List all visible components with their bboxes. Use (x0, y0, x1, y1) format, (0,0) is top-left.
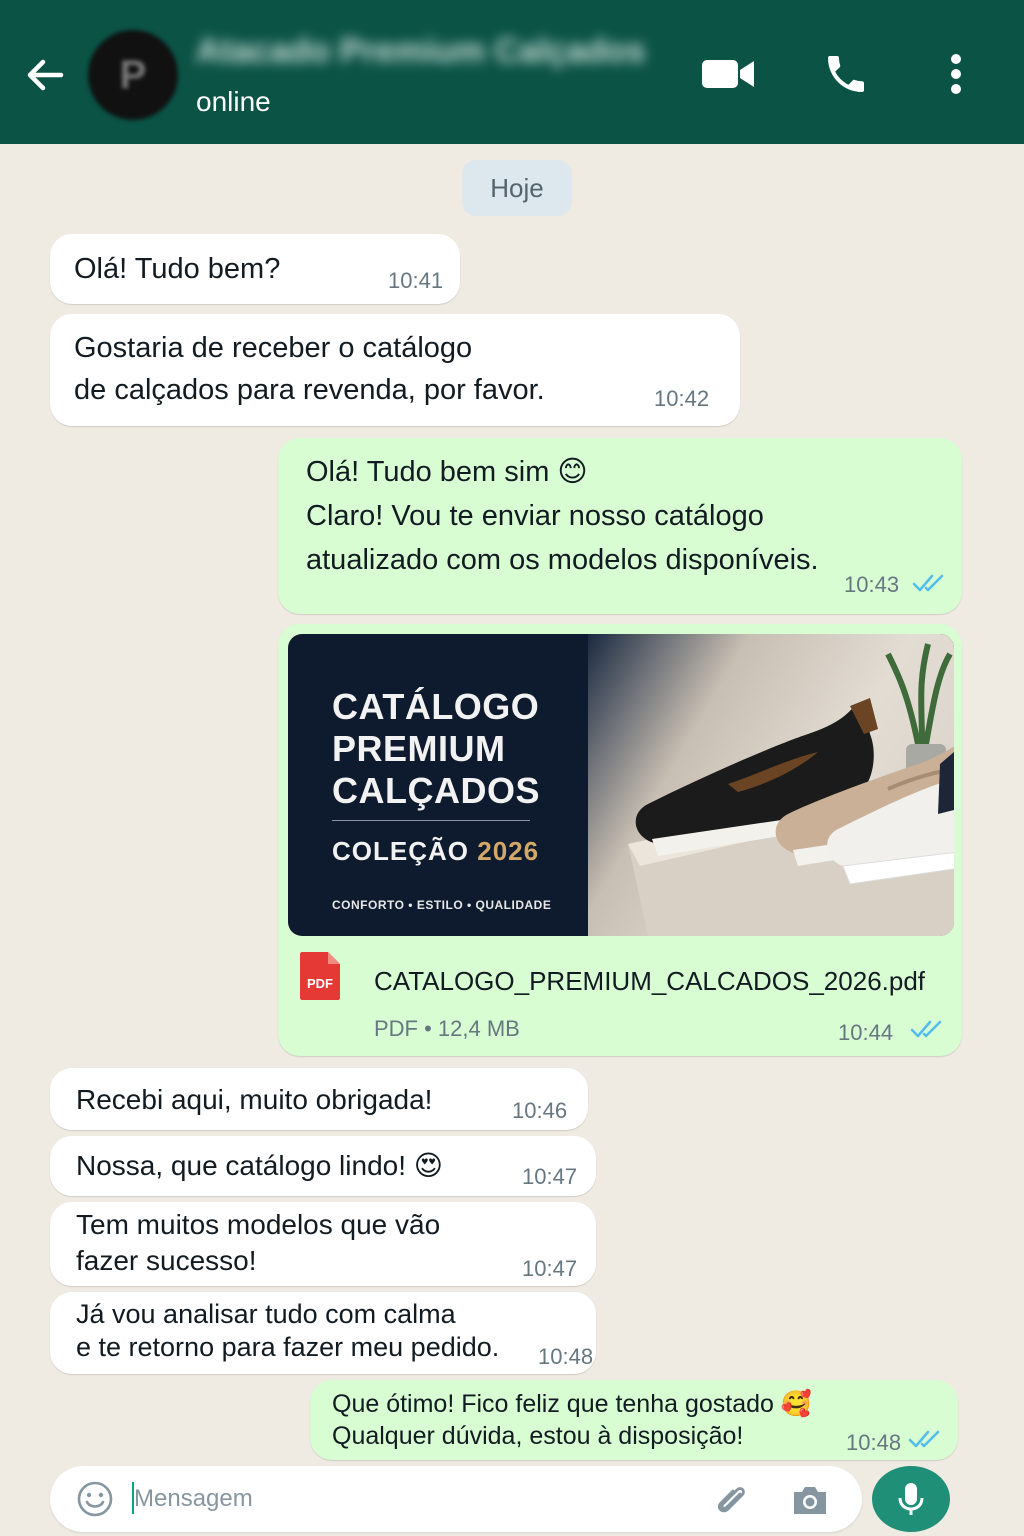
incoming-message[interactable]: Gostaria de receber o catálogo de calçad… (50, 314, 740, 426)
title-divider (332, 820, 530, 821)
incoming-message[interactable]: Já vou analisar tudo com calma e te reto… (50, 1292, 596, 1374)
message-time: 10:42 (654, 386, 710, 411)
shoes-photo (588, 634, 954, 936)
pdf-file-icon[interactable]: PDF (298, 950, 342, 1002)
incoming-message[interactable]: Recebi aqui, muito obrigada! 10:46 (50, 1068, 588, 1130)
catalog-cover-image[interactable]: CATÁLOGO PREMIUM CALÇADOS COLEÇÃO 2026 C… (288, 634, 954, 936)
file-meta: PDF • 12,4 MB (374, 1016, 520, 1041)
collection-label: COLEÇÃO (332, 836, 469, 866)
message-text: Olá! Tudo bem? (74, 253, 281, 285)
more-options-icon[interactable] (926, 46, 986, 102)
message-time: 10:48 (538, 1344, 594, 1369)
message-time: 10:48 (846, 1430, 902, 1455)
microphone-icon[interactable] (872, 1466, 950, 1532)
read-receipt-icon (912, 574, 944, 592)
incoming-message[interactable]: Olá! Tudo bem? 10:41 (50, 234, 460, 304)
message-input[interactable] (134, 1478, 694, 1520)
message-text: Recebi aqui, muito obrigada! (76, 1084, 433, 1115)
catalog-collection: COLEÇÃO 2026 (332, 830, 539, 872)
contact-avatar[interactable]: P (88, 30, 178, 120)
camera-icon[interactable] (790, 1480, 830, 1520)
message-text: Nossa, que catálogo lindo! 😍 (76, 1150, 443, 1181)
message-time: 10:44 (838, 1020, 894, 1045)
message-text: Já vou analisar tudo com calma e te reto… (76, 1299, 500, 1362)
sneakers-illustration (628, 643, 954, 936)
message-text: Olá! Tudo bem sim 😊 Claro! Vou te enviar… (306, 456, 819, 576)
read-receipt-icon (910, 1020, 942, 1038)
message-text: Que ótimo! Fico feliz que tenha gostado … (332, 1390, 813, 1450)
message-time: 10:43 (844, 572, 900, 597)
contact-name[interactable]: Atacado Premium Calçados (196, 32, 646, 71)
message-time: 10:47 (522, 1164, 578, 1189)
contact-status: online (196, 86, 271, 117)
back-arrow-icon[interactable] (20, 50, 70, 100)
message-composer (50, 1466, 862, 1532)
emoji-icon[interactable] (76, 1480, 114, 1518)
date-divider: Hoje (462, 160, 572, 216)
video-call-icon[interactable] (698, 46, 758, 102)
chat-area[interactable]: Hoje Olá! Tudo bem? 10:41 Gostaria de re… (0, 144, 1024, 1460)
chat-header: P Atacado Premium Calçados online (0, 0, 1024, 144)
outgoing-message[interactable]: Que ótimo! Fico feliz que tenha gostado … (310, 1380, 958, 1460)
paperclip-icon[interactable] (712, 1480, 752, 1520)
incoming-message[interactable]: Tem muitos modelos que vão fazer sucesso… (50, 1202, 596, 1286)
catalog-title: CATÁLOGO PREMIUM CALÇADOS (332, 686, 540, 811)
pdf-badge-text: PDF (307, 976, 333, 991)
avatar-letter: P (119, 52, 147, 97)
phone-call-icon[interactable] (816, 46, 876, 102)
message-text: Tem muitos modelos que vão fazer sucesso… (76, 1209, 441, 1276)
message-time: 10:47 (522, 1256, 578, 1281)
outgoing-message[interactable]: Olá! Tudo bem sim 😊 Claro! Vou te enviar… (278, 438, 962, 614)
incoming-message[interactable]: Nossa, que catálogo lindo! 😍 10:47 (50, 1136, 596, 1196)
file-name[interactable]: CATALOGO_PREMIUM_CALCADOS_2026.pdf (374, 960, 925, 1002)
message-time: 10:46 (512, 1098, 568, 1123)
message-text: Gostaria de receber o catálogo de calçad… (74, 332, 545, 406)
catalog-tagline: CONFORTO • ESTILO • QUALIDADE (332, 898, 552, 912)
outgoing-document-message[interactable]: CATÁLOGO PREMIUM CALÇADOS COLEÇÃO 2026 C… (278, 624, 962, 1056)
read-receipt-icon (908, 1430, 940, 1448)
collection-year: 2026 (477, 836, 540, 866)
message-time: 10:41 (388, 268, 444, 293)
